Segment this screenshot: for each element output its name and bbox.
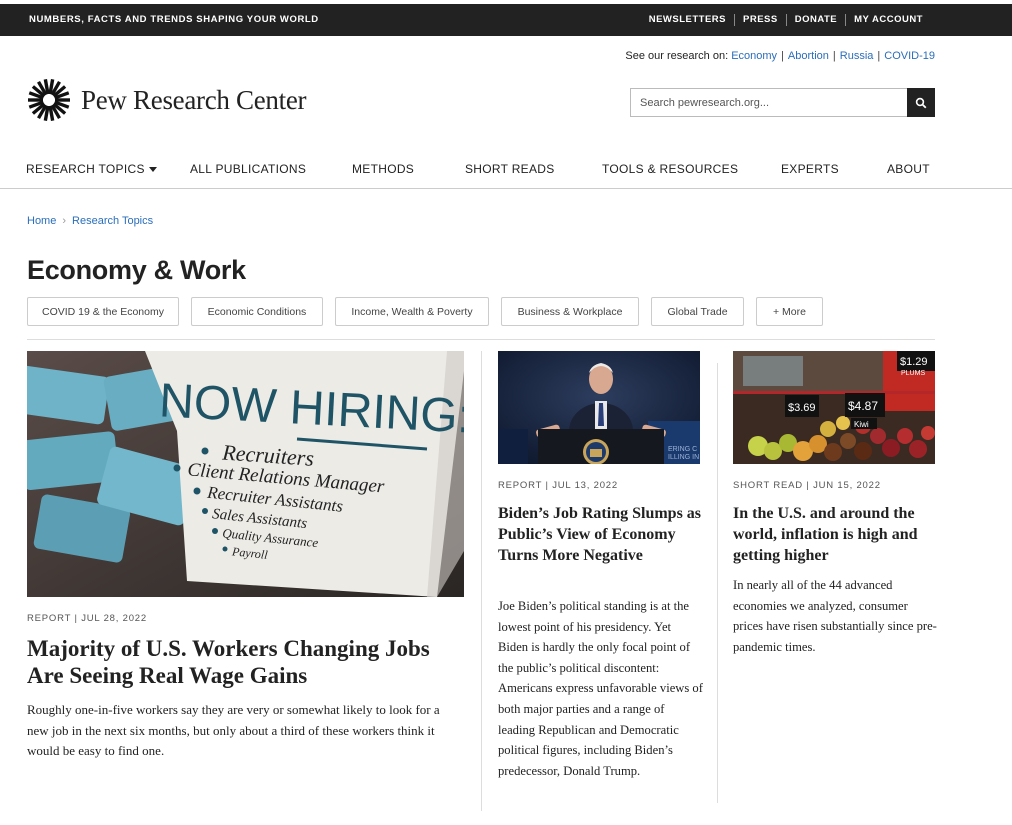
nav-all-publications[interactable]: ALL PUBLICATIONS [190, 162, 306, 176]
now-hiring-photo[interactable]: NOW HIRING: Recruiters Client Relations … [27, 351, 464, 597]
article-meta: SHORT READ | JUN 15, 2022 [733, 480, 881, 491]
newsletters-link[interactable]: NEWSLETTERS [641, 14, 734, 26]
now-hiring-image: NOW HIRING: Recruiters Client Relations … [27, 351, 464, 597]
nav-tools-resources[interactable]: TOOLS & RESOURCES [602, 162, 738, 176]
article-meta: REPORT | JUL 13, 2022 [498, 480, 618, 491]
article-dek: In nearly all of the 44 advanced economi… [733, 578, 937, 654]
chip-business-workplace[interactable]: Business & Workplace [501, 297, 639, 326]
breadcrumb-home[interactable]: Home [27, 215, 56, 227]
site-tagline: NUMBERS, FACTS AND TRENDS SHAPING YOUR W… [29, 14, 319, 25]
my-account-link[interactable]: MY ACCOUNT [845, 14, 931, 26]
price-tag: $3.69 [788, 402, 816, 414]
svg-text:ERING C: ERING C [668, 446, 697, 453]
article-headline[interactable]: Majority of U.S. Workers Changing Jobs A… [27, 635, 464, 689]
article-meta: REPORT | JUL 28, 2022 [27, 613, 147, 624]
press-link[interactable]: PRESS [734, 14, 786, 26]
article-headline[interactable]: Biden’s Job Rating Slumps as Public’s Vi… [498, 503, 703, 566]
chip-more[interactable]: + More [756, 297, 823, 326]
chip-economic-conditions[interactable]: Economic Conditions [191, 297, 323, 326]
site-name: Pew Research Center [81, 84, 307, 115]
search-form [630, 88, 935, 117]
price-tag: Kiwi [854, 420, 869, 429]
topic-link-economy[interactable]: Economy [731, 50, 777, 62]
breadcrumb-research-topics[interactable]: Research Topics [72, 215, 153, 227]
column-divider [717, 363, 718, 803]
svg-text:ILLING IN: ILLING IN [668, 454, 699, 461]
search-button[interactable] [907, 88, 935, 117]
price-tag: $4.87 [848, 399, 878, 413]
produce-photo[interactable]: $3.69 $4.87 $1.29 PLUMS Kiwi [733, 351, 935, 464]
article-dek: Roughly one-in-five workers say they are… [27, 702, 440, 758]
chip-covid-economy[interactable]: COVID 19 & the Economy [27, 297, 179, 326]
topic-link-russia[interactable]: Russia [840, 50, 874, 62]
article-headline[interactable]: In the U.S. and around the world, inflat… [733, 503, 938, 566]
biden-photo[interactable]: ERING C ILLING IN [498, 351, 700, 464]
separator: | [877, 50, 881, 62]
research-topics-bar: See our research on: Economy | Abortion | Ru… [625, 50, 935, 62]
price-tag: PLUMS [901, 370, 925, 377]
main-navigation: RESEARCH TOPICS ALL PUBLICATIONS METHODS… [0, 152, 1012, 189]
nav-research-topics[interactable]: RESEARCH TOPICS [26, 162, 157, 176]
search-input[interactable] [630, 88, 907, 117]
section-divider [27, 339, 935, 340]
chevron-right-icon: › [62, 215, 67, 227]
grocery-image: $3.69 $4.87 $1.29 PLUMS Kiwi [733, 351, 935, 464]
column-divider [481, 351, 482, 811]
pew-sunburst-icon [28, 79, 70, 121]
chip-global-trade[interactable]: Global Trade [651, 297, 744, 326]
subtopic-chips: COVID 19 & the Economy Economic Conditio… [27, 297, 835, 326]
site-logo[interactable]: Pew Research Center [27, 78, 307, 122]
research-on-label: See our research on: [625, 50, 729, 62]
nav-experts[interactable]: EXPERTS [781, 162, 839, 176]
utility-bar: NUMBERS, FACTS AND TRENDS SHAPING YOUR W… [0, 4, 1012, 36]
nav-short-reads[interactable]: SHORT READS [465, 162, 555, 176]
topic-link-abortion[interactable]: Abortion [788, 50, 829, 62]
nav-label: RESEARCH TOPICS [26, 162, 145, 176]
nav-methods[interactable]: METHODS [352, 162, 414, 176]
separator: | [781, 50, 784, 62]
price-tag: $1.29 [900, 356, 928, 368]
donate-link[interactable]: DONATE [785, 14, 845, 26]
biden-image: ERING C ILLING IN [498, 351, 700, 464]
chip-income-wealth-poverty[interactable]: Income, Wealth & Poverty [335, 297, 489, 326]
page-title: Economy & Work [27, 255, 246, 285]
utility-links: NEWSLETTERS PRESS DONATE MY ACCOUNT [641, 14, 931, 26]
search-icon [915, 97, 927, 108]
topic-link-covid[interactable]: COVID-19 [884, 50, 935, 62]
nav-about[interactable]: ABOUT [887, 162, 930, 176]
separator: | [832, 50, 836, 62]
caret-down-icon [148, 167, 157, 173]
breadcrumb: Home › Research Topics [27, 215, 153, 227]
article-dek: Joe Biden’s political standing is at the… [498, 599, 703, 778]
